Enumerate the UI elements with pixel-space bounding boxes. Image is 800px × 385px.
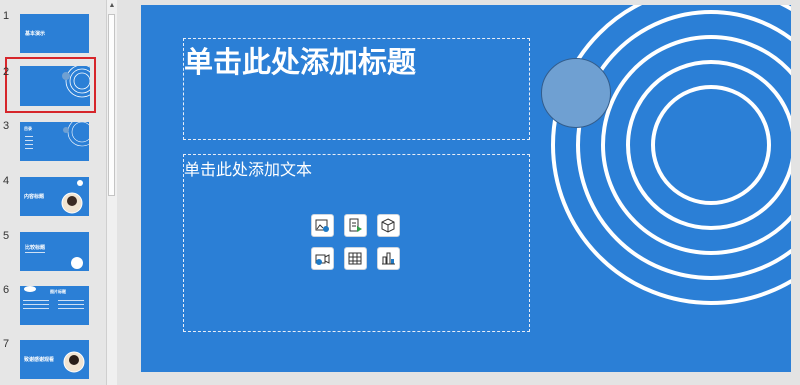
decorative-circle [541,58,611,128]
scroll-up-arrow-icon[interactable]: ▲ [107,0,117,12]
insert-3d-model-icon [381,218,395,233]
insert-picture-icon [315,219,329,232]
thumbnail-layout-icon [23,286,84,309]
insert-picture-button[interactable] [311,214,334,237]
insert-table-icon [348,252,362,265]
thumbnail-rings-icon [25,122,89,149]
thumbnail-number: 1 [3,10,10,22]
title-placeholder[interactable]: 单击此处添加标题 [183,38,530,140]
thumbnail-photo-icon [63,351,85,373]
insert-video-button[interactable] [311,247,334,270]
slide-thumbnail-5[interactable]: 比较标题 [20,232,89,271]
thumbnail-circle-icon [25,252,83,269]
insert-document-button[interactable] [344,214,367,237]
insert-table-button[interactable] [344,247,367,270]
insert-chart-button[interactable] [377,247,400,270]
thumbnail-photo-icon [61,180,83,214]
slide-thumbnail-2[interactable] [20,66,90,106]
thumbnail-scrollbar[interactable]: ▲ [106,0,117,385]
slide-thumbnail-6[interactable]: 图片标题 [20,286,89,325]
scrollbar-thumb[interactable] [108,14,115,196]
thumbnail-number: 6 [3,284,10,296]
current-slide: 单击此处添加标题 单击此处添加文本 [141,5,791,372]
thumbnail-title: 基本演示 [25,31,46,37]
thumbnail-rings-icon [62,66,90,98]
slide-thumbnail-1[interactable]: 基本演示 [20,14,89,53]
content-placeholder[interactable]: 单击此处添加文本 [183,154,530,332]
content-placeholder-text[interactable]: 单击此处添加文本 [184,156,312,180]
slide-thumbnail-7[interactable]: 致谢感谢观看 [20,340,89,379]
thumbnail-number: 4 [3,175,10,187]
title-placeholder-text[interactable]: 单击此处添加标题 [184,39,416,81]
slide-thumbnail-3[interactable]: 目录 [20,122,89,161]
thumbnail-number: 5 [3,230,10,242]
slide-thumbnail-pane: 1 基本演示 2 3 目录 4 内容标题 5 比较标题 6 图片标题 7 致谢感… [0,0,106,385]
thumbnail-number: 3 [3,120,10,132]
slide-thumbnail-4[interactable]: 内容标题 [20,177,89,216]
insert-3d-model-button[interactable] [377,214,400,237]
insert-document-icon [349,218,362,232]
insert-video-icon [315,254,330,265]
thumbnail-number: 2 [3,66,10,78]
insert-chart-icon [382,252,395,265]
thumbnail-number: 7 [3,338,10,350]
